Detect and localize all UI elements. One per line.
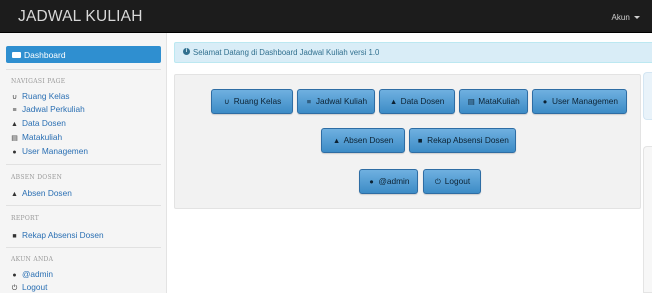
file-icon: ■: [417, 136, 423, 145]
sidebar-item-data-dosen[interactable]: ▲ Data Dosen: [11, 118, 66, 128]
list-icon: ≡: [12, 107, 17, 114]
education-icon: ▲: [11, 121, 18, 128]
user-icon: ●: [369, 177, 374, 186]
sidebar-item-jadwal-perkuliah[interactable]: ≡ Jadwal Perkuliah: [11, 104, 85, 114]
button-label: User Managemen: [552, 96, 618, 106]
sidebar-divider: [6, 205, 161, 206]
table-icon: ▤: [467, 97, 475, 106]
side-widget-bottom: [643, 146, 652, 293]
sidebar-item-dashboard[interactable]: Dashboard: [6, 46, 161, 63]
data-dosen-button[interactable]: ▲ Data Dosen: [379, 89, 455, 114]
side-widget-top: [643, 72, 652, 120]
rekap-absensi-button[interactable]: ■ Rekap Absensi Dosen: [409, 128, 516, 153]
sidebar: Dashboard NAVIGASI PAGE ∪ Ruang Kelas ≡ Ja…: [0, 33, 167, 293]
button-label: Absen Dosen: [343, 135, 394, 145]
sidebar-item-rekap-absensi[interactable]: ■ Rekap Absensi Dosen: [11, 230, 104, 240]
bell-icon: ▲: [332, 136, 341, 145]
sidebar-item-label: Logout: [22, 282, 48, 292]
button-label: Jadwal Kuliah: [315, 96, 368, 106]
caret-down-icon: [634, 16, 640, 20]
sidebar-item-absen-dosen[interactable]: ▲ Absen Dosen: [11, 188, 72, 198]
user-icon: ●: [12, 272, 17, 279]
button-label: Ruang Kelas: [233, 96, 282, 106]
sidebar-item-label: Absen Dosen: [22, 188, 72, 198]
list-icon: ≡: [306, 97, 312, 106]
sidebar-divider: [6, 164, 161, 165]
account-label: Akun: [611, 13, 630, 22]
user-managemen-button[interactable]: ● User Managemen: [532, 89, 627, 114]
sidebar-item-label: Data Dosen: [22, 118, 66, 128]
button-label: Rekap Absensi Dosen: [427, 135, 509, 145]
sidebar-item-label: Rekap Absensi Dosen: [22, 230, 104, 240]
button-label: MataKuliah: [478, 96, 520, 106]
education-icon: ▲: [389, 97, 398, 106]
dashboard-panel: ∪ Ruang Kelas ≡ Jadwal Kuliah ▲ Data Dosen …: [174, 74, 641, 209]
button-label: @admin: [378, 176, 410, 186]
welcome-alert: i Selamat Datang di Dashboard Jadwal Kuli…: [174, 42, 652, 63]
sidebar-item-admin[interactable]: ● @admin: [11, 269, 53, 279]
brand-title[interactable]: JADWAL KULIAH: [18, 8, 143, 26]
sidebar-item-label: @admin: [22, 269, 54, 279]
sidebar-item-label: Matakuliah: [22, 132, 63, 142]
button-label: Logout: [444, 176, 471, 186]
logout-button[interactable]: ⏻ Logout: [423, 169, 481, 194]
alert-text: Selamat Datang di Dashboard Jadwal Kulia…: [193, 48, 380, 57]
sidebar-item-ruang-kelas[interactable]: ∪ Ruang Kelas: [11, 91, 70, 101]
power-icon: ⏻: [434, 177, 441, 186]
table-icon: ▤: [11, 135, 18, 142]
user-icon: ●: [12, 149, 17, 156]
admin-button[interactable]: ● @admin: [359, 169, 418, 194]
top-navbar: JADWAL KULIAH Akun: [0, 0, 652, 33]
section-title-akun-anda: AKUN ANDA: [11, 256, 54, 263]
jadwal-kuliah-button[interactable]: ≡ Jadwal Kuliah: [297, 89, 375, 114]
section-title-navigasi: NAVIGASI PAGE: [11, 78, 66, 85]
sidebar-item-user-managemen[interactable]: ● User Managemen: [11, 146, 88, 156]
account-menu[interactable]: Akun: [612, 13, 640, 22]
section-title-report: REPORT: [11, 215, 40, 222]
magnet-icon: ∪: [11, 94, 18, 101]
matakuliah-button[interactable]: ▤ MataKuliah: [459, 89, 528, 114]
sidebar-item-label: Ruang Kelas: [22, 91, 70, 101]
sidebar-item-label: Dashboard: [24, 50, 66, 60]
bell-icon: ▲: [11, 191, 18, 198]
sidebar-item-matakuliah[interactable]: ▤ Matakuliah: [11, 132, 62, 142]
magnet-icon: ∪: [223, 97, 230, 106]
power-icon: ⏻: [11, 285, 18, 292]
button-label: Data Dosen: [400, 96, 445, 106]
file-icon: ■: [12, 233, 17, 240]
folder-open-icon: [12, 51, 21, 58]
info-icon: i: [183, 48, 190, 56]
sidebar-divider: [6, 247, 161, 248]
absen-dosen-button[interactable]: ▲ Absen Dosen: [321, 128, 405, 153]
sidebar-item-label: Jadwal Perkuliah: [22, 104, 85, 114]
ruang-kelas-button[interactable]: ∪ Ruang Kelas: [211, 89, 293, 114]
section-title-absen-dosen: ABSEN DOSEN: [11, 174, 63, 181]
sidebar-divider: [6, 69, 161, 70]
sidebar-item-label: User Managemen: [22, 146, 88, 156]
user-icon: ●: [542, 97, 548, 106]
sidebar-item-logout[interactable]: ⏻ Logout: [11, 282, 48, 293]
